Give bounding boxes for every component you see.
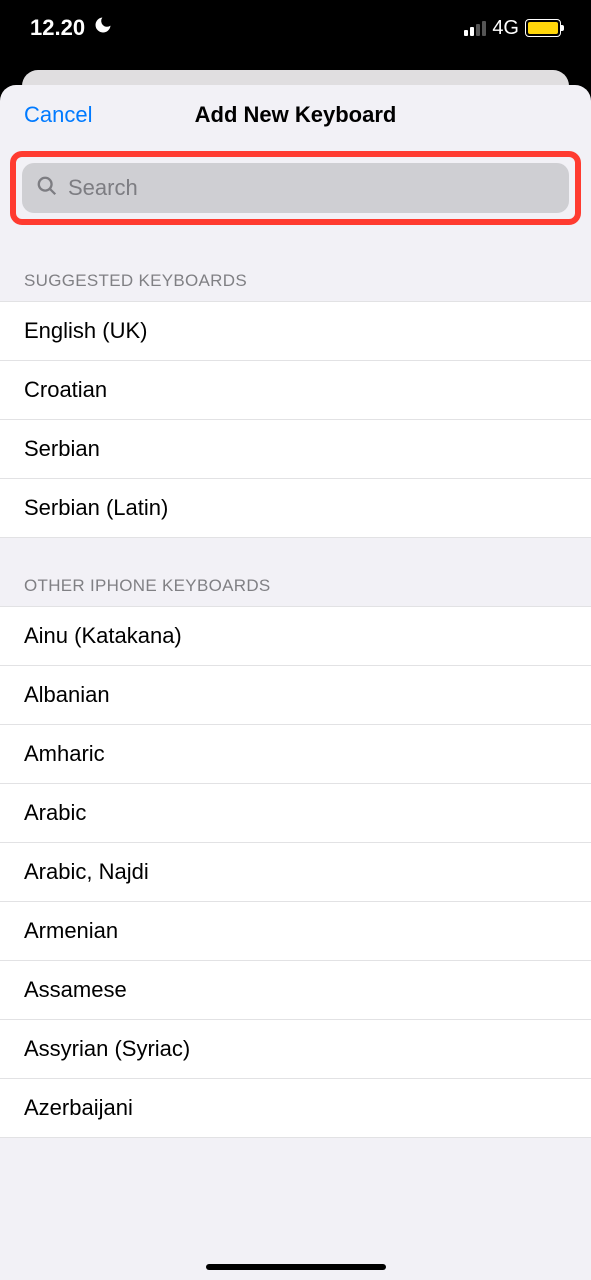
signal-icon [464, 20, 486, 36]
list-item[interactable]: Assamese [0, 961, 591, 1020]
list-item[interactable]: Albanian [0, 666, 591, 725]
status-time: 12.20 [30, 15, 85, 41]
search-highlight-box [10, 151, 581, 225]
modal-sheet: Cancel Add New Keyboard SUGGESTED KEYBOA… [0, 85, 591, 1280]
do-not-disturb-icon [93, 15, 113, 41]
battery-icon [525, 19, 561, 37]
cancel-button[interactable]: Cancel [24, 102, 92, 128]
list-item[interactable]: Assyrian (Syriac) [0, 1020, 591, 1079]
search-input[interactable] [68, 175, 555, 201]
home-indicator[interactable] [206, 1264, 386, 1270]
nav-bar: Cancel Add New Keyboard [0, 85, 591, 145]
status-right: 4G [464, 17, 561, 40]
list-item[interactable]: English (UK) [0, 302, 591, 361]
suggested-keyboards-list: English (UK) Croatian Serbian Serbian (L… [0, 301, 591, 538]
network-type: 4G [492, 17, 519, 40]
section-header-other: OTHER IPHONE KEYBOARDS [0, 538, 591, 606]
list-item[interactable]: Azerbaijani [0, 1079, 591, 1138]
list-item[interactable]: Armenian [0, 902, 591, 961]
page-title: Add New Keyboard [195, 102, 397, 128]
search-bar[interactable] [22, 163, 569, 213]
list-item[interactable]: Serbian (Latin) [0, 479, 591, 538]
list-item[interactable]: Arabic, Najdi [0, 843, 591, 902]
section-header-suggested: SUGGESTED KEYBOARDS [0, 233, 591, 301]
list-item[interactable]: Croatian [0, 361, 591, 420]
other-keyboards-list: Ainu (Katakana) Albanian Amharic Arabic … [0, 606, 591, 1138]
list-item[interactable]: Arabic [0, 784, 591, 843]
list-item[interactable]: Serbian [0, 420, 591, 479]
status-left: 12.20 [30, 15, 113, 41]
list-item[interactable]: Ainu (Katakana) [0, 607, 591, 666]
search-icon [36, 175, 58, 202]
list-item[interactable]: Amharic [0, 725, 591, 784]
status-bar: 12.20 4G [0, 0, 591, 56]
